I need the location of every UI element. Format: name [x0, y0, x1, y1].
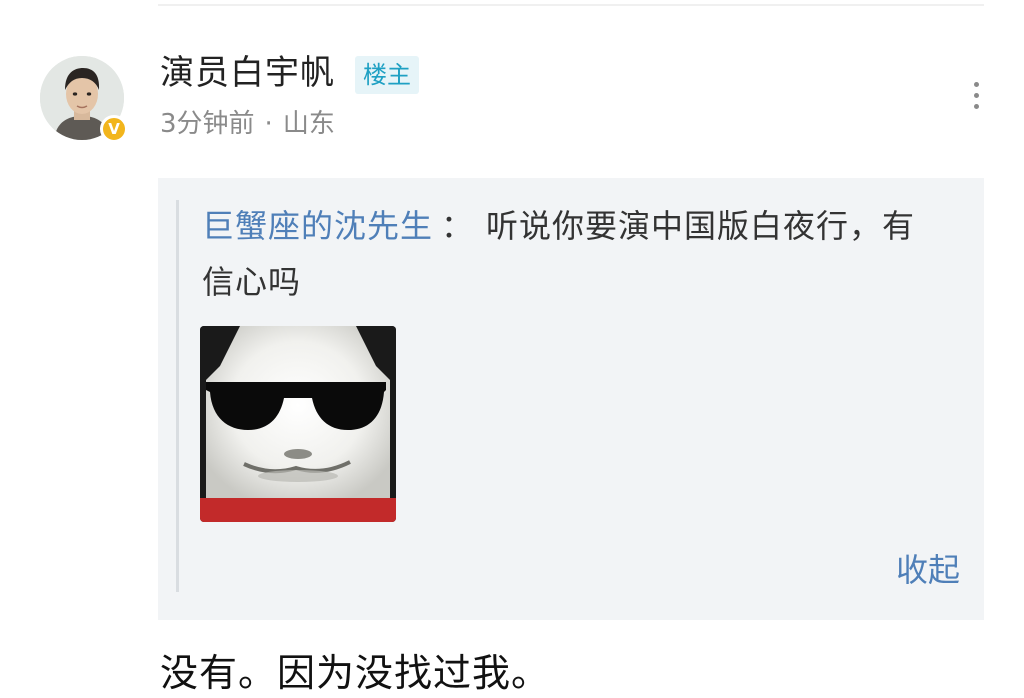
- meta-separator: ·: [264, 109, 273, 139]
- reply-text: 没有。因为没找过我。: [160, 651, 551, 695]
- top-divider: [158, 4, 984, 6]
- quote-colon: ：: [441, 207, 475, 245]
- quote-author-link[interactable]: 巨蟹座的沈先生: [202, 207, 433, 245]
- op-badge: 楼主: [355, 56, 419, 94]
- quote-text: 巨蟹座的沈先生：听说你要演中国版白夜行，有信心吗: [202, 198, 942, 310]
- sunglasses-meme-image[interactable]: [200, 326, 396, 522]
- verified-icon: V: [100, 115, 128, 143]
- comment-meta: 3分钟前 · 山东: [160, 105, 335, 143]
- username[interactable]: 演员白宇帆: [160, 50, 335, 96]
- comment-location: 山东: [282, 109, 335, 139]
- comment-page: V 演员白宇帆 楼主 3分钟前 · 山东 巨蟹座的沈先生：听说你要演中国版白夜行，有…: [0, 0, 1024, 698]
- quote-bar: [176, 200, 179, 592]
- more-vertical-icon[interactable]: [964, 78, 988, 118]
- collapse-link[interactable]: 收起: [896, 548, 960, 592]
- quoted-comment: 巨蟹座的沈先生：听说你要演中国版白夜行，有信心吗 收起: [158, 178, 984, 620]
- meme-image-drawing: [200, 326, 396, 522]
- comment-time: 3分钟前: [160, 109, 255, 139]
